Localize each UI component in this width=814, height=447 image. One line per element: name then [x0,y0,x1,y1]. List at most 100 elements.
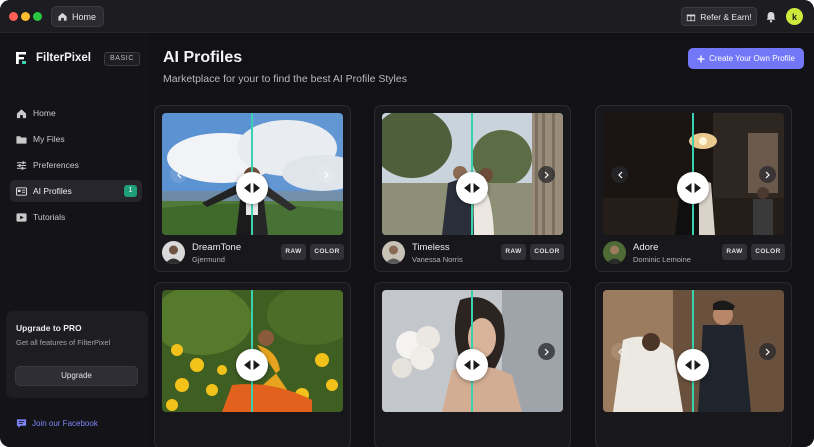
next-image-button[interactable] [759,166,776,183]
sidebar-item-label: Preferences [33,160,79,170]
bell-icon[interactable] [764,10,778,24]
creator-photo [382,241,405,264]
main-content: AI Profiles Marketplace for your to find… [150,34,814,447]
compare-slider-handle[interactable] [456,349,488,381]
chevron-right-icon [544,348,549,355]
profile-preview-image[interactable] [603,290,784,412]
home-icon [58,12,67,21]
color-tag: COLOR [751,244,785,260]
upgrade-button[interactable]: Upgrade [15,366,138,386]
home-tab-label: Home [72,11,97,22]
sidebar-item-ai-profiles[interactable]: AI Profiles 1 [10,180,142,202]
creator-photo [162,241,185,264]
profile-name: Adore [633,242,659,253]
join-facebook-label: Join our Facebook [32,419,98,428]
folder-icon [16,135,27,144]
plan-badge: BASIC [104,52,141,66]
prev-image-button[interactable] [170,166,187,183]
chevron-left-icon [617,171,622,178]
brand: FilterPixel [14,50,91,66]
creator-avatar [162,241,185,264]
user-avatar-initial: k [791,11,797,22]
sidebar-item-label: Tutorials [33,212,66,222]
profile-meta: DreamTone Gjermund RAW COLOR [162,241,344,265]
color-tag: COLOR [530,244,564,260]
sidebar-item-my-files[interactable]: My Files [10,128,142,150]
window-close-button[interactable] [9,12,18,21]
profile-card-adore[interactable]: Adore Dominic Lemoine RAW COLOR [595,105,792,272]
profile-card-timeless[interactable]: Timeless Vanessa Norris RAW COLOR [374,105,571,272]
compare-slider-handle[interactable] [677,349,709,381]
chevron-right-icon [765,348,770,355]
profile-preview-image[interactable] [603,113,784,235]
creator-avatar [603,241,626,264]
next-image-button[interactable] [538,166,555,183]
chevron-left-icon [617,348,622,355]
profile-card-dreamtone[interactable]: DreamTone Gjermund RAW COLOR [154,105,351,272]
chevron-right-icon [765,171,770,178]
window-zoom-button[interactable] [33,12,42,21]
next-image-button[interactable] [759,343,776,360]
creator-name: Vanessa Norris [412,255,463,264]
compare-slider-handle[interactable] [236,349,268,381]
sidebar-item-home[interactable]: Home [10,102,142,124]
compare-slider-handle[interactable] [677,172,709,204]
app-window: Home Refer & Earn! k FilterPixel BASIC H… [0,0,814,447]
page-title: AI Profiles [163,49,243,66]
compare-arrows-icon [464,360,480,370]
video-icon [16,212,27,222]
profile-meta: Adore Dominic Lemoine RAW COLOR [603,241,785,265]
profile-card[interactable] [154,282,351,447]
home-tab[interactable]: Home [51,6,105,27]
prev-image-button[interactable] [611,343,628,360]
creator-avatar [382,241,405,264]
ai-profiles-count-badge: 1 [124,185,137,197]
chat-icon [16,419,27,428]
sidebar-item-preferences[interactable]: Preferences [10,154,142,176]
chevron-right-icon [324,171,329,178]
creator-name: Dominic Lemoine [633,255,691,264]
compare-slider-handle[interactable] [456,172,488,204]
refer-earn-button[interactable]: Refer & Earn! [681,7,757,26]
brand-name: FilterPixel [36,52,91,64]
home-icon [16,108,27,118]
join-facebook-link[interactable]: Join our Facebook [16,418,98,429]
compare-arrows-icon [244,360,260,370]
page-subtitle: Marketplace for your to find the best AI… [163,73,407,85]
create-profile-button[interactable]: Create Your Own Profile [688,48,804,69]
raw-tag: RAW [722,244,747,260]
sidebar-item-tutorials[interactable]: Tutorials [10,206,142,228]
creator-photo [603,241,626,264]
sidebar: FilterPixel BASIC Home My Files Preferen… [0,34,150,447]
user-avatar[interactable]: k [786,8,803,25]
profile-preview-image[interactable] [382,113,563,235]
upgrade-promo: Upgrade to PRO Get all features of Filte… [6,311,148,398]
chevron-left-icon [176,171,181,178]
sliders-icon [16,160,27,170]
raw-tag: RAW [501,244,526,260]
profile-name: DreamTone [192,242,242,253]
filterpixel-logo-icon [14,50,28,66]
compare-slider-handle[interactable] [236,172,268,204]
gift-icon [687,14,696,21]
profile-preview-image[interactable] [162,113,343,235]
promo-subtitle: Get all features of FilterPixel [16,338,111,347]
sidebar-item-label: Home [33,108,56,118]
profile-name: Timeless [412,242,450,253]
profile-card[interactable] [595,282,792,447]
create-profile-label: Create Your Own Profile [709,54,795,63]
next-image-button[interactable] [318,166,335,183]
profile-card[interactable] [374,282,571,447]
chevron-right-icon [544,171,549,178]
profile-preview-image[interactable] [162,290,343,412]
creator-name: Gjermund [192,255,225,264]
compare-arrows-icon [685,360,701,370]
profile-preview-image[interactable] [382,290,563,412]
profiles-icon [16,186,27,196]
promo-title: Upgrade to PRO [16,323,82,333]
next-image-button[interactable] [538,343,555,360]
window-minimize-button[interactable] [21,12,30,21]
raw-tag: RAW [281,244,306,260]
prev-image-button[interactable] [611,166,628,183]
color-tag: COLOR [310,244,344,260]
